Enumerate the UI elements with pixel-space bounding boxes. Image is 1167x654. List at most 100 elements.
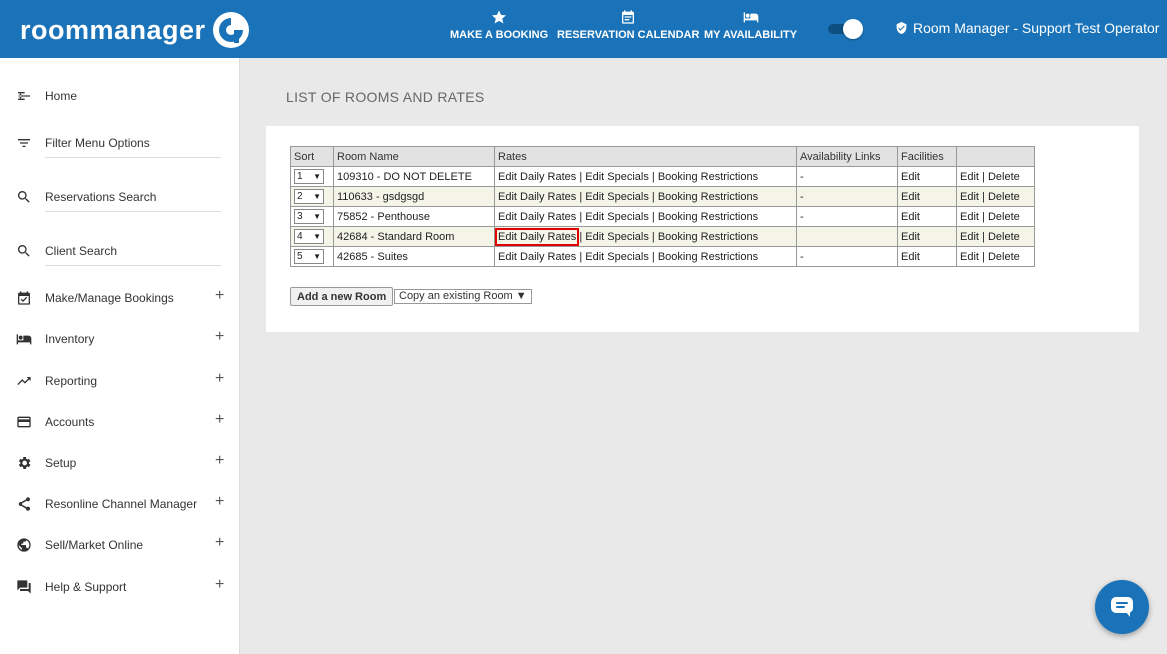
expand-icon[interactable]: + (215, 534, 224, 552)
mode-toggle[interactable] (828, 19, 864, 39)
add-room-button[interactable]: Add a new Room (290, 287, 394, 306)
actions-cell: Edit | Delete (956, 186, 1035, 207)
sidebar-item-help-support[interactable]: Help & Support + (0, 572, 239, 602)
edit-specials-link[interactable]: Edit Specials (585, 191, 649, 203)
calendar-check-icon (18, 291, 30, 305)
edit-daily-rates-link[interactable]: Edit Daily Rates (494, 227, 580, 246)
sort-select[interactable]: 1 ▼ (294, 169, 324, 184)
copy-room-select[interactable]: Copy an existing Room ▼ (394, 289, 532, 304)
delete-room-link[interactable]: Delete (988, 231, 1020, 243)
separator: | (651, 250, 655, 263)
facilities-edit-link[interactable]: Edit (901, 191, 920, 203)
actions-cell: Edit | Delete (956, 226, 1035, 247)
globe-icon (17, 538, 31, 552)
filter-icon (18, 139, 30, 147)
sidebar-item-label: Help & Support (45, 580, 127, 594)
availability-cell: - (796, 206, 898, 227)
edit-room-link[interactable]: Edit (960, 191, 979, 203)
sidebar-item-label: Accounts (45, 415, 95, 429)
logo[interactable]: roommanager (20, 11, 250, 49)
actions-cell: Edit | Delete (956, 246, 1035, 267)
nav-reservation-calendar[interactable]: RESERVATION CALENDAR (557, 9, 699, 41)
divider (45, 211, 221, 212)
edit-specials-link[interactable]: Edit Specials (585, 251, 649, 263)
sidebar-item-setup[interactable]: Setup + (0, 448, 239, 478)
availability-cell: - (796, 166, 898, 187)
edit-daily-rates-link[interactable]: Edit Daily Rates (498, 171, 576, 183)
sidebar-item-make-manage-bookings[interactable]: Make/Manage Bookings + (0, 283, 239, 313)
user-menu[interactable]: Room Manager - Support Test Operator (895, 20, 1159, 36)
expand-icon[interactable]: + (215, 576, 224, 594)
separator: | (982, 210, 985, 223)
column-header-availability-links: Availability Links (796, 146, 898, 167)
delete-room-link[interactable]: Delete (988, 251, 1020, 263)
actions-cell: Edit | Delete (956, 206, 1035, 227)
nav-my-availability-label: MY AVAILABILITY (704, 29, 798, 41)
dropdown-arrow-icon: ▼ (313, 252, 321, 261)
room-name-cell: 42685 - Suites (333, 246, 495, 267)
chat-widget-button[interactable] (1095, 580, 1149, 634)
booking-restrictions-link[interactable]: Booking Restrictions (658, 211, 758, 223)
sidebar-item-sell-market-online[interactable]: Sell/Market Online + (0, 530, 239, 560)
expand-icon[interactable]: + (215, 493, 224, 511)
facilities-edit-link[interactable]: Edit (901, 231, 920, 243)
delete-room-link[interactable]: Delete (988, 171, 1020, 183)
dropdown-arrow-icon: ▼ (313, 192, 321, 201)
edit-daily-rates-link[interactable]: Edit Daily Rates (498, 191, 576, 203)
booking-restrictions-link[interactable]: Booking Restrictions (658, 171, 758, 183)
nav-make-booking[interactable]: MAKE A BOOKING (450, 9, 548, 41)
sidebar-item-resonline-channel-manager[interactable]: Resonline Channel Manager + (0, 489, 239, 519)
booking-restrictions-link[interactable]: Booking Restrictions (658, 231, 758, 243)
facilities-cell: Edit (897, 186, 957, 207)
facilities-edit-link[interactable]: Edit (901, 171, 920, 183)
facilities-edit-link[interactable]: Edit (901, 211, 920, 223)
facilities-cell: Edit (897, 206, 957, 227)
edit-room-link[interactable]: Edit (960, 171, 979, 183)
sidebar-item-inventory[interactable]: Inventory + (0, 324, 239, 354)
sort-select[interactable]: 2 ▼ (294, 189, 324, 204)
delete-room-link[interactable]: Delete (988, 191, 1020, 203)
expand-icon[interactable]: + (215, 452, 224, 470)
sidebar-item-label: Resonline Channel Manager (45, 497, 198, 511)
nav-reservation-calendar-label: RESERVATION CALENDAR (557, 29, 700, 41)
table-header-row: Sort Room Name Rates Availability Links … (290, 146, 1035, 167)
sidebar-item-reservations-search[interactable]: Reservations Search (0, 182, 239, 212)
edit-specials-link[interactable]: Edit Specials (585, 211, 649, 223)
expand-icon[interactable]: + (215, 287, 224, 305)
sidebar-item-home[interactable]: Home (0, 81, 239, 111)
room-name-cell: 75852 - Penthouse (333, 206, 495, 227)
facilities-edit-link[interactable]: Edit (901, 251, 920, 263)
edit-room-link[interactable]: Edit (960, 231, 979, 243)
sort-value: 1 (297, 171, 303, 182)
expand-icon[interactable]: + (215, 411, 224, 429)
sort-select[interactable]: 3 ▼ (294, 209, 324, 224)
gear-icon (18, 457, 31, 469)
sidebar-item-accounts[interactable]: Accounts + (0, 407, 239, 437)
chat-icon (1111, 597, 1133, 617)
sort-select[interactable]: 5 ▼ (294, 249, 324, 264)
edit-daily-rates-link[interactable]: Edit Daily Rates (498, 251, 576, 263)
sidebar-item-client-search[interactable]: Client Search (0, 236, 239, 266)
edit-room-link[interactable]: Edit (960, 211, 979, 223)
nav-my-availability[interactable]: MY AVAILABILITY (704, 9, 797, 41)
edit-specials-link[interactable]: Edit Specials (585, 171, 649, 183)
sidebar-item-filter-menu[interactable]: Filter Menu Options (0, 128, 239, 158)
sidebar-item-label: Client Search (45, 244, 118, 258)
booking-restrictions-link[interactable]: Booking Restrictions (658, 191, 758, 203)
edit-specials-link[interactable]: Edit Specials (585, 231, 649, 243)
edit-room-link[interactable]: Edit (960, 251, 979, 263)
expand-icon[interactable]: + (215, 370, 224, 388)
sort-select[interactable]: 4 ▼ (294, 229, 324, 244)
expand-icon[interactable]: + (215, 328, 224, 346)
share-icon (18, 497, 30, 511)
sidebar-item-reporting[interactable]: Reporting + (0, 366, 239, 396)
delete-room-link[interactable]: Delete (988, 211, 1020, 223)
edit-daily-rates-link[interactable]: Edit Daily Rates (498, 211, 576, 223)
back-arrow-icon (18, 92, 30, 100)
sort-value: 2 (297, 191, 303, 202)
actions-cell: Edit | Delete (956, 166, 1035, 187)
search-icon (17, 245, 30, 257)
page-title: LIST OF ROOMS AND RATES (286, 89, 485, 105)
booking-restrictions-link[interactable]: Booking Restrictions (658, 251, 758, 263)
facilities-cell: Edit (897, 246, 957, 267)
